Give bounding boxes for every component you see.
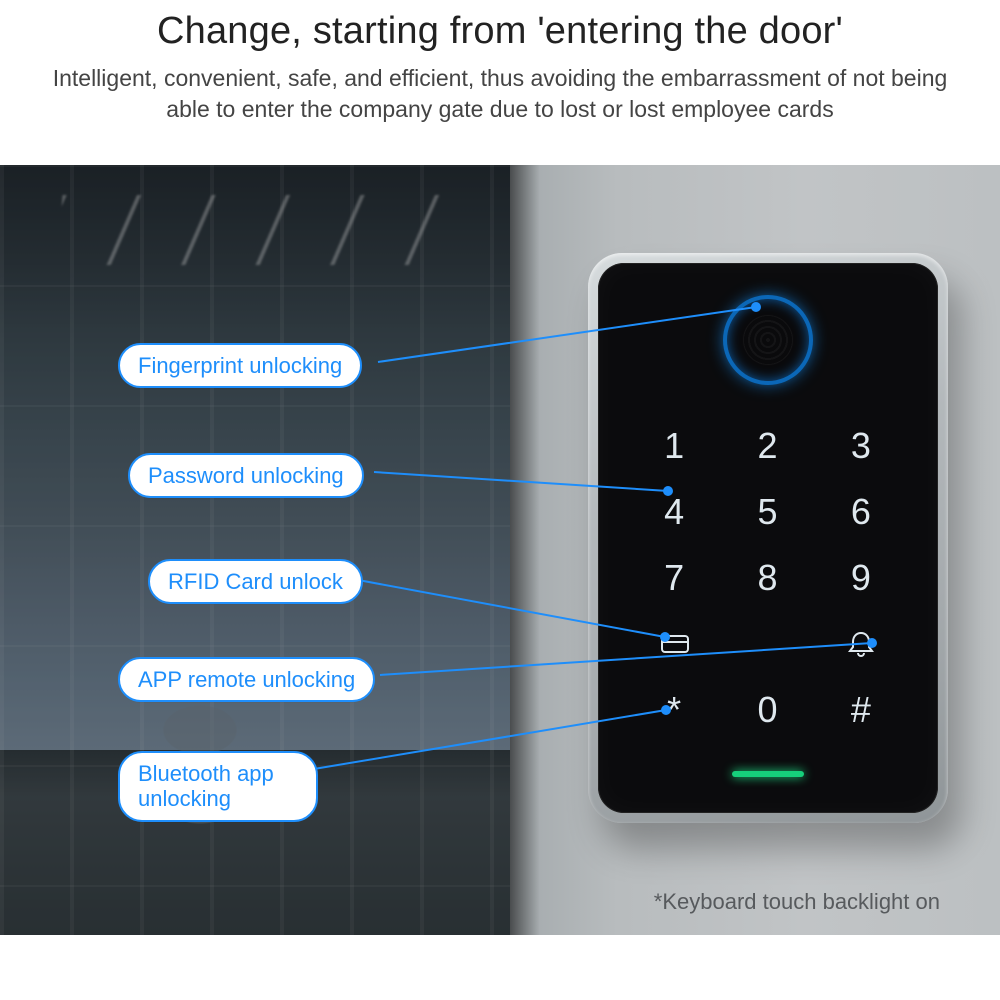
callout-fingerprint: Fingerprint unlocking xyxy=(118,343,362,388)
key-2[interactable]: 2 xyxy=(721,413,814,479)
callout-app-remote: APP remote unlocking xyxy=(118,657,375,702)
key-9[interactable]: 9 xyxy=(815,545,908,611)
product-marketing-slide: Change, starting from 'entering the door… xyxy=(0,0,1000,1000)
doorbell-icon[interactable] xyxy=(815,611,908,677)
fingerprint-sensor[interactable] xyxy=(727,299,809,381)
card-icon[interactable] xyxy=(628,611,721,677)
page-title: Change, starting from 'entering the door… xyxy=(30,10,970,53)
callout-bluetooth: Bluetooth app unlocking xyxy=(118,751,318,822)
key-hash[interactable]: # xyxy=(815,677,908,743)
callout-rfid: RFID Card unlock xyxy=(148,559,363,604)
key-0[interactable]: 0 xyxy=(721,677,814,743)
key-8[interactable]: 8 xyxy=(721,545,814,611)
footnote-caption: *Keyboard touch backlight on xyxy=(654,889,940,915)
key-blank xyxy=(721,611,814,677)
hero-stage: *Keyboard touch backlight on 1 2 3 4 5 6… xyxy=(0,165,1000,935)
key-5[interactable]: 5 xyxy=(721,479,814,545)
key-6[interactable]: 6 xyxy=(815,479,908,545)
key-1[interactable]: 1 xyxy=(628,413,721,479)
access-control-keypad-device: 1 2 3 4 5 6 7 8 9 * 0 # xyxy=(598,263,938,813)
status-led xyxy=(732,771,804,777)
header: Change, starting from 'entering the door… xyxy=(0,0,1000,131)
callout-password: Password unlocking xyxy=(128,453,364,498)
keypad: 1 2 3 4 5 6 7 8 9 * 0 # xyxy=(628,413,908,743)
key-7[interactable]: 7 xyxy=(628,545,721,611)
key-4[interactable]: 4 xyxy=(628,479,721,545)
key-3[interactable]: 3 xyxy=(815,413,908,479)
page-subtitle: Intelligent, convenient, safe, and effic… xyxy=(30,63,970,125)
key-star[interactable]: * xyxy=(628,677,721,743)
